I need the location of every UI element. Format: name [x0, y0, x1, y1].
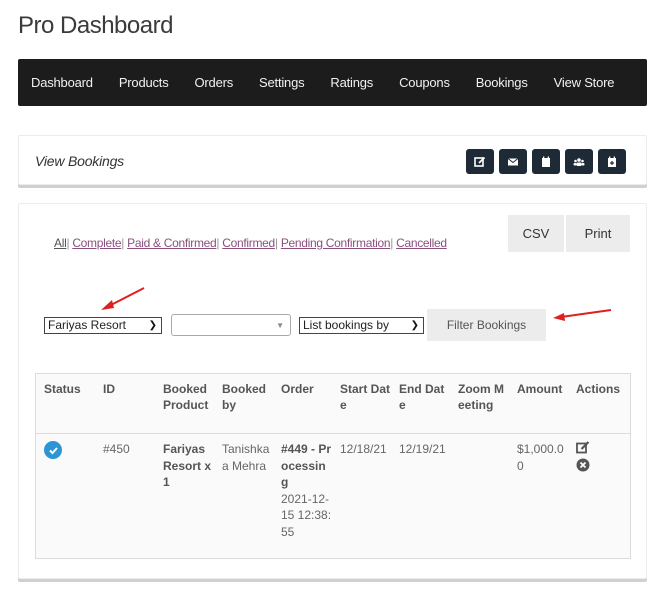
list-by-select[interactable]: List bookings by ❯: [299, 316, 424, 334]
chevron-down-icon: ❯: [410, 319, 419, 331]
cell-status: [36, 434, 95, 558]
filter-bar: Fariyas Resort ❯ ▼ List bookings by ❯ Fi…: [44, 309, 546, 341]
cell-amount: $1,000.00: [517, 442, 564, 473]
product-select-value: Fariyas Resort: [48, 318, 127, 332]
status-filter-links: All| Complete| Paid & Confirmed| Confirm…: [54, 236, 447, 250]
page-title: Pro Dashboard: [18, 12, 173, 39]
nav-item-orders[interactable]: Orders: [195, 75, 234, 90]
users-icon: [573, 157, 585, 166]
cell-actions: [568, 434, 628, 558]
column-header-booked-by: Booked by: [222, 382, 267, 412]
filter-link-all[interactable]: All: [54, 236, 67, 250]
table-header: Status ID Booked Product Booked by Order…: [36, 374, 630, 434]
print-button[interactable]: Print: [566, 215, 630, 252]
cell-zoom-meeting: [450, 434, 509, 558]
secondary-select[interactable]: ▼: [171, 314, 291, 336]
column-header-order: Order: [281, 382, 314, 396]
email-button[interactable]: [499, 149, 527, 174]
calendar-plus-icon: [608, 156, 616, 167]
list-by-select-value: List bookings by: [303, 318, 390, 332]
filter-bookings-button[interactable]: Filter Bookings: [427, 309, 546, 341]
add-booking-button[interactable]: [598, 149, 626, 174]
bookings-card: All| Complete| Paid & Confirmed| Confirm…: [18, 203, 647, 579]
main-nav: Dashboard Products Orders Settings Ratin…: [18, 59, 647, 106]
column-header-zoom-meeting: Zoom Meeting: [458, 382, 504, 412]
order-link[interactable]: #449 - Processing: [281, 442, 331, 489]
filter-link-pending-confirmation[interactable]: Pending Confirmation: [281, 236, 391, 250]
column-header-status: Status: [44, 382, 81, 396]
nav-item-ratings[interactable]: Ratings: [330, 75, 373, 90]
annotation-arrow-filter: [553, 309, 612, 321]
column-header-booked-product: Booked Product: [163, 382, 209, 412]
section-title: View Bookings: [35, 153, 124, 169]
chevron-down-icon: ❯: [148, 319, 157, 331]
column-header-end-date: End Date: [399, 382, 445, 412]
nav-item-products[interactable]: Products: [119, 75, 169, 90]
cell-booked-product: Fariyas Resort x 1: [155, 434, 214, 558]
caret-down-icon: ▼: [276, 321, 284, 330]
order-date: 2021-12-15 12:38:55: [281, 491, 332, 539]
header-actions: [466, 149, 626, 174]
filter-link-confirmed[interactable]: Confirmed: [222, 236, 275, 250]
cancel-booking-icon[interactable]: [576, 458, 590, 472]
product-select[interactable]: Fariyas Resort ❯: [44, 316, 162, 334]
status-complete-icon: [44, 441, 62, 459]
nav-item-coupons[interactable]: Coupons: [399, 75, 450, 90]
bookings-table: Status ID Booked Product Booked by Order…: [35, 373, 631, 559]
calendar-icon: [542, 156, 550, 167]
nav-item-bookings[interactable]: Bookings: [476, 75, 528, 90]
edit-icon: [474, 156, 486, 167]
column-header-actions: Actions: [576, 382, 621, 396]
view-bookings-header-card: View Bookings: [18, 135, 647, 185]
csv-button[interactable]: CSV: [508, 215, 564, 252]
column-header-id: ID: [103, 382, 115, 396]
cell-start-date: 12/18/21: [340, 442, 387, 456]
column-header-start-date: Start Date: [340, 382, 391, 412]
nav-item-view-store[interactable]: View Store: [554, 75, 615, 90]
calendar-button[interactable]: [532, 149, 560, 174]
filter-link-complete[interactable]: Complete: [72, 236, 121, 250]
filter-link-paid-confirmed[interactable]: Paid & Confirmed: [127, 236, 217, 250]
customers-button[interactable]: [565, 149, 593, 174]
booked-product-name: Fariyas Resort x 1: [163, 442, 212, 489]
column-header-amount: Amount: [517, 382, 563, 396]
cell-order: #449 - Processing 2021-12-15 12:38:55: [273, 434, 332, 558]
cell-end-date: 12/19/21: [399, 442, 446, 456]
filter-link-cancelled[interactable]: Cancelled: [396, 236, 447, 250]
nav-item-settings[interactable]: Settings: [259, 75, 305, 90]
edit-booking-icon[interactable]: [576, 441, 590, 454]
nav-item-dashboard[interactable]: Dashboard: [31, 75, 93, 90]
cell-booked-by: Tanishkaa Mehra: [222, 442, 270, 473]
edit-button[interactable]: [466, 149, 494, 174]
envelope-icon: [507, 157, 519, 165]
cell-id: #450: [103, 442, 130, 456]
table-row: #450 Fariyas Resort x 1 Tanishkaa Mehra …: [36, 434, 630, 558]
export-buttons: CSV Print: [508, 215, 630, 252]
